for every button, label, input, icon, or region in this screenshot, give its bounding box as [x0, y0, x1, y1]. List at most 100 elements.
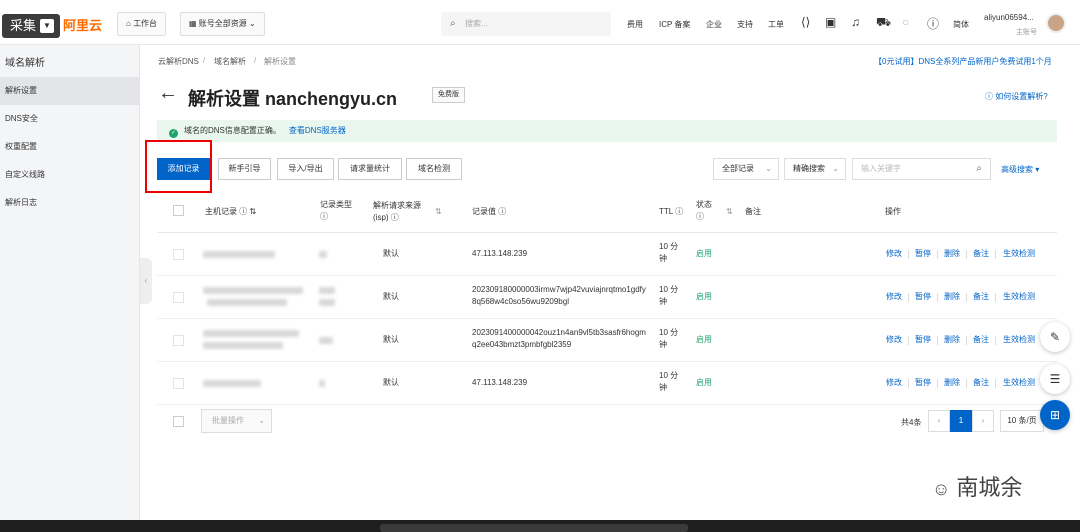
- cell-status: 启用: [696, 335, 712, 344]
- sort-icon[interactable]: ⇅: [435, 206, 442, 218]
- row-checkbox[interactable]: [173, 335, 184, 346]
- remark-link[interactable]: 备注: [973, 377, 989, 388]
- delete-link[interactable]: 删除: [944, 334, 960, 345]
- pause-link[interactable]: 暂停: [915, 334, 931, 345]
- promo-link[interactable]: 【0元试用】DNS全系列产品新用户免费试用1个月: [874, 56, 1052, 67]
- language-switch[interactable]: 简体: [953, 19, 969, 30]
- chevron-down-icon: ⌄: [258, 416, 265, 425]
- global-search-input[interactable]: ⌕ 搜索...: [441, 12, 611, 36]
- footer-select-all-checkbox[interactable]: [173, 416, 184, 427]
- resources-dropdown[interactable]: ▦ 账号全部资源 ⌄: [180, 12, 265, 36]
- divider: [937, 250, 938, 259]
- pause-link[interactable]: 暂停: [915, 377, 931, 388]
- row-checkbox[interactable]: [173, 378, 184, 389]
- sidebar-item-dns-log[interactable]: 解析日志: [0, 189, 140, 217]
- cell-ttl: 10 分钟: [659, 242, 679, 263]
- domain-check-button[interactable]: 域名检测: [406, 158, 462, 180]
- workbench-button[interactable]: ⌂ 工作台: [117, 12, 167, 36]
- nav-ticket[interactable]: 工单: [768, 19, 784, 30]
- breadcrumb-domain[interactable]: 域名解析: [214, 56, 246, 67]
- row-checkbox[interactable]: [173, 292, 184, 303]
- capture-button[interactable]: 采集 ▼: [2, 14, 60, 38]
- pause-link[interactable]: 暂停: [915, 291, 931, 302]
- edit-link[interactable]: 修改: [886, 291, 902, 302]
- view-dns-server-link[interactable]: 查看DNS服务器: [289, 126, 346, 135]
- host-redacted: [203, 380, 261, 387]
- verify-link[interactable]: 生效检测: [1003, 377, 1035, 388]
- workbench-label: 工作台: [133, 19, 158, 28]
- aliyun-logo[interactable]: 阿里云: [63, 15, 102, 34]
- sidebar-item-weight[interactable]: 权重配置: [0, 133, 140, 161]
- keyword-placeholder: 输入关键字: [861, 164, 901, 173]
- table-row: 默认 202309180000003irmw7wjp42vuviajnrqtmo…: [157, 276, 1057, 319]
- cell-value: 47.113.148.239: [472, 249, 528, 258]
- avatar[interactable]: [1046, 13, 1066, 33]
- nav-support[interactable]: 支持: [737, 19, 753, 30]
- header-host-label: 主机记录: [205, 207, 237, 216]
- help-icon[interactable]: ⓘ: [927, 15, 939, 32]
- remark-link[interactable]: 备注: [973, 334, 989, 345]
- cell-status: 启用: [696, 292, 712, 301]
- sidebar-item-custom-line[interactable]: 自定义线路: [0, 161, 140, 189]
- remark-link[interactable]: 备注: [973, 291, 989, 302]
- terminal-icon[interactable]: ▣: [825, 15, 836, 29]
- header-host[interactable]: 主机记录 ⓘ ⇅: [205, 206, 256, 218]
- edit-link[interactable]: 修改: [886, 334, 902, 345]
- bell-icon[interactable]: ♫: [851, 15, 860, 29]
- apps-icon[interactable]: ⊞: [1040, 400, 1070, 430]
- divider: [937, 336, 938, 345]
- app-window: 采集 ▼ 阿里云 ⌂ 工作台 ▦ 账号全部资源 ⌄ ⌕ 搜索... 费用 ICP…: [0, 0, 1080, 520]
- lightbulb-icon[interactable]: ○: [902, 15, 909, 29]
- host-redacted: [207, 299, 287, 306]
- pause-link[interactable]: 暂停: [915, 248, 931, 259]
- advanced-search-label: 高级搜索: [1001, 165, 1033, 174]
- prev-page-button[interactable]: ‹: [928, 410, 950, 432]
- advanced-search-link[interactable]: 高级搜索 ▾: [1001, 164, 1039, 175]
- type-redacted: [319, 380, 325, 387]
- type-redacted: [319, 337, 333, 344]
- keyword-search-input[interactable]: 输入关键字 ⌕: [852, 158, 991, 180]
- row-checkbox[interactable]: [173, 249, 184, 260]
- request-stats-button[interactable]: 请求量统计: [338, 158, 402, 180]
- header-source[interactable]: 解析请求来源(isp) ⓘ: [373, 200, 429, 224]
- verify-link[interactable]: 生效检测: [1003, 291, 1035, 302]
- delete-link[interactable]: 删除: [944, 248, 960, 259]
- edit-icon[interactable]: ✎: [1040, 322, 1070, 352]
- verify-link[interactable]: 生效检测: [1003, 334, 1035, 345]
- sidebar-collapse-handle[interactable]: ‹: [140, 258, 152, 304]
- sort-icon[interactable]: ⇅: [726, 206, 733, 218]
- divider: [908, 293, 909, 302]
- user-name[interactable]: aliyun06594...: [984, 13, 1034, 22]
- cart-icon[interactable]: ⛟: [876, 15, 891, 31]
- sidebar-item-dns-security[interactable]: DNS安全: [0, 105, 140, 133]
- select-all-checkbox[interactable]: [173, 205, 184, 216]
- page-number[interactable]: 1: [950, 410, 972, 432]
- guide-button[interactable]: 新手引导: [218, 158, 271, 180]
- nav-enterprise[interactable]: 企业: [706, 19, 722, 30]
- chat-icon[interactable]: ☰: [1040, 364, 1070, 394]
- next-page-button[interactable]: ›: [972, 410, 994, 432]
- sidebar-item-dns-settings[interactable]: 解析设置: [0, 77, 140, 105]
- resources-icon: ▦: [189, 19, 199, 28]
- record-filter-select[interactable]: 全部记录 ⌄: [713, 158, 779, 180]
- help-link[interactable]: ⓘ 如何设置解析?: [985, 91, 1048, 102]
- page-size-select[interactable]: 10 条/页: [1000, 410, 1044, 432]
- search-mode-select[interactable]: 精确搜索 ⌄: [784, 158, 846, 180]
- import-export-button[interactable]: 导入/导出: [277, 158, 334, 180]
- edit-link[interactable]: 修改: [886, 248, 902, 259]
- nav-fee[interactable]: 费用: [627, 19, 643, 30]
- batch-actions-select[interactable]: 批量操作 ⌄: [201, 409, 272, 433]
- nav-icp[interactable]: ICP 备案: [659, 19, 690, 30]
- edit-link[interactable]: 修改: [886, 377, 902, 388]
- delete-link[interactable]: 删除: [944, 291, 960, 302]
- divider: [937, 293, 938, 302]
- header-type[interactable]: 记录类型 ⓘ: [320, 199, 360, 223]
- code-icon[interactable]: ⟨⟩: [801, 15, 810, 29]
- header-remark: 备注: [745, 207, 761, 216]
- delete-link[interactable]: 删除: [944, 377, 960, 388]
- back-arrow-icon[interactable]: ←: [158, 82, 178, 105]
- remark-link[interactable]: 备注: [973, 248, 989, 259]
- verify-link[interactable]: 生效检测: [1003, 248, 1035, 259]
- bottom-scrollbar[interactable]: [380, 524, 688, 532]
- breadcrumb-dns[interactable]: 云解析DNS: [158, 56, 199, 67]
